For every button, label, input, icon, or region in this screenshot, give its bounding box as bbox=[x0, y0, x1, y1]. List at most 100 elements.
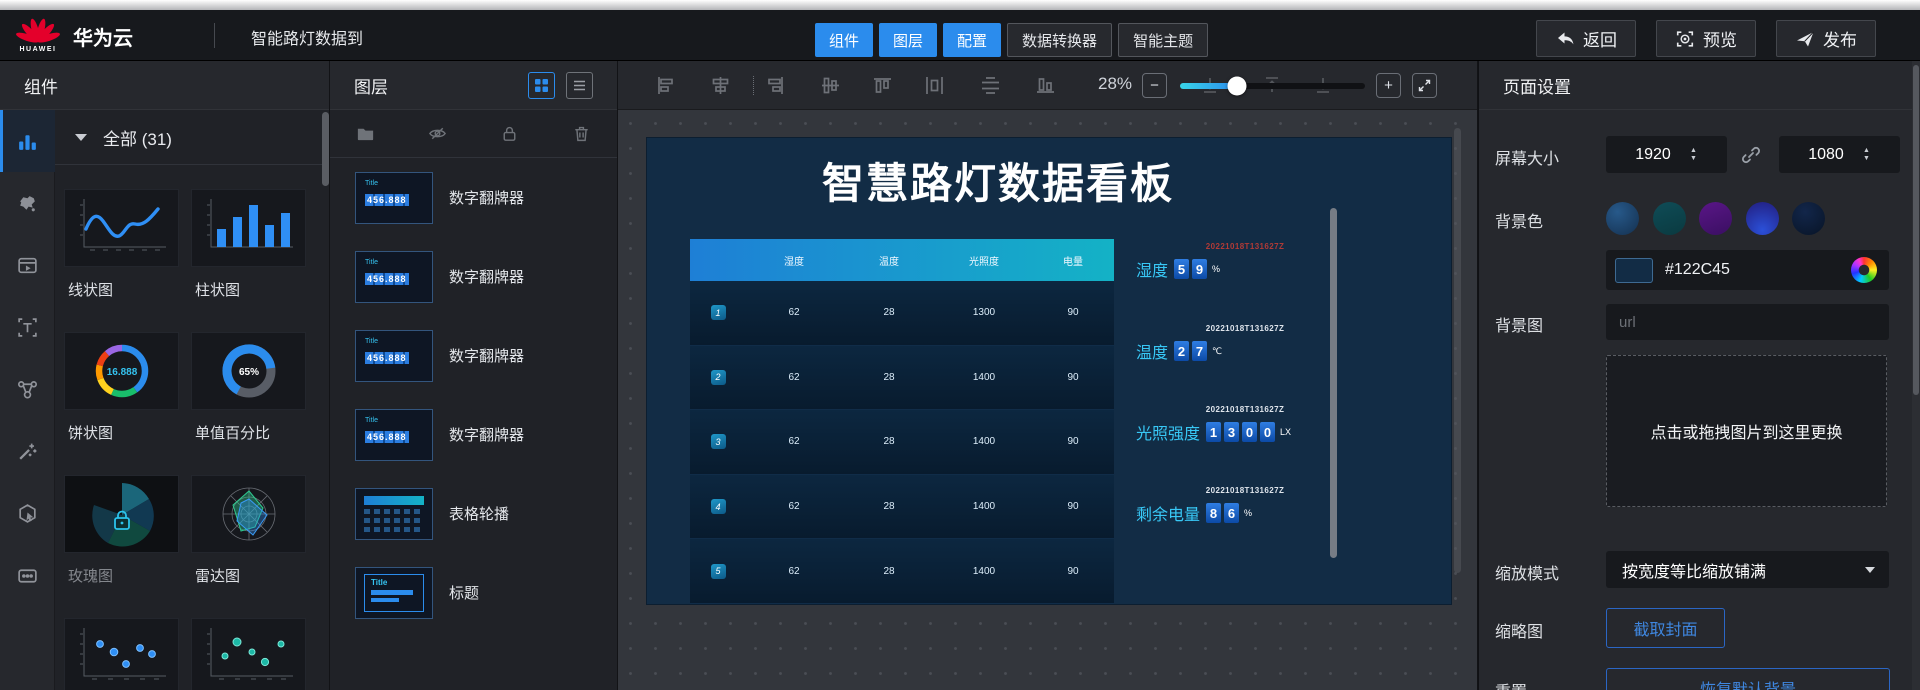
screen-width-input[interactable] bbox=[1618, 145, 1688, 164]
flip-card-label: 光照强度 bbox=[1136, 426, 1201, 443]
scale-mode-select[interactable]: 按宽度等比缩放铺满 bbox=[1606, 551, 1889, 588]
zoom-slider-handle[interactable] bbox=[1227, 76, 1247, 96]
layer-item[interactable]: 表格轮播 bbox=[330, 474, 617, 553]
component-card-scatter[interactable] bbox=[64, 618, 179, 690]
stepper-up-icon[interactable]: ▲ bbox=[1863, 147, 1870, 154]
rail-model-icon[interactable] bbox=[0, 482, 55, 544]
project-title: 智能路灯数据到 bbox=[251, 31, 364, 48]
screen-size-label: 屏幕大小 bbox=[1495, 151, 1560, 168]
grid-view-icon[interactable] bbox=[528, 71, 555, 99]
table-cell: 1400 bbox=[972, 565, 996, 577]
dashboard-table[interactable]: 湿度 温度 光照度 电量 1 62 28 1300 90 2 62 28 140… bbox=[690, 239, 1114, 604]
color-picker-icon[interactable] bbox=[1851, 257, 1877, 283]
tab-config[interactable]: 配置 bbox=[943, 23, 1002, 57]
fit-screen-button[interactable] bbox=[1412, 73, 1437, 98]
zoom-out-button[interactable]: − bbox=[1142, 73, 1167, 98]
layer-item[interactable]: Title 标题 bbox=[330, 553, 617, 632]
delete-icon[interactable] bbox=[545, 123, 617, 144]
screen-height-input[interactable] bbox=[1791, 145, 1861, 164]
bg-color-swatch[interactable] bbox=[1606, 202, 1639, 235]
divider bbox=[214, 23, 215, 48]
component-card-percent[interactable]: 65% 单值百分比 bbox=[191, 332, 306, 475]
layer-label: 表格轮播 bbox=[449, 506, 510, 523]
screen-width-stepper[interactable]: ▲▼ bbox=[1606, 136, 1727, 173]
table-cell: 28 bbox=[883, 565, 895, 577]
settings-scrollbar[interactable] bbox=[1913, 65, 1919, 395]
image-dropzone[interactable]: 点击或拖拽图片到这里更换 bbox=[1606, 355, 1887, 507]
table-header: 湿度 bbox=[784, 256, 804, 268]
align-middle-icon[interactable] bbox=[820, 75, 841, 96]
layer-item[interactable]: Title 456.888 数字翻牌器 bbox=[330, 158, 617, 237]
table-cell: 62 bbox=[788, 307, 800, 319]
back-button[interactable]: 返回 bbox=[1536, 20, 1636, 57]
table-cell: 90 bbox=[1067, 501, 1079, 513]
rail-text-icon[interactable] bbox=[0, 296, 55, 358]
publish-button[interactable]: 发布 bbox=[1776, 20, 1876, 57]
tab-layers[interactable]: 图层 bbox=[879, 23, 938, 57]
component-card-bar[interactable]: 柱状图 bbox=[191, 189, 306, 332]
distribute-vertical-icon[interactable] bbox=[980, 75, 1001, 96]
lock-icon[interactable] bbox=[474, 123, 546, 144]
components-scrollbar[interactable] bbox=[322, 112, 329, 186]
layer-item[interactable]: Title 456.888 数字翻牌器 bbox=[330, 395, 617, 474]
capture-cover-button[interactable]: 截取封面 bbox=[1606, 608, 1725, 648]
align-right-icon[interactable] bbox=[765, 75, 786, 96]
zoom-slider[interactable] bbox=[1180, 76, 1365, 96]
settings-scrollbar-track[interactable] bbox=[1912, 61, 1920, 690]
toolbar-separator bbox=[753, 76, 754, 95]
bg-color-swatch[interactable] bbox=[1746, 202, 1779, 235]
stepper-up-icon[interactable]: ▲ bbox=[1690, 147, 1697, 154]
list-view-icon[interactable] bbox=[566, 71, 593, 99]
bg-color-swatch[interactable] bbox=[1653, 202, 1686, 235]
canvas-area[interactable]: 智慧路灯数据看板 湿度 温度 光照度 电量 1 62 28 1300 90 2 … bbox=[618, 110, 1477, 690]
rail-chart-icon[interactable] bbox=[0, 110, 55, 172]
align-top-icon[interactable] bbox=[872, 75, 893, 96]
tab-smart-theme[interactable]: 智能主题 bbox=[1118, 23, 1209, 57]
preview-button[interactable]: 预览 bbox=[1656, 20, 1756, 57]
stepper-down-icon[interactable]: ▼ bbox=[1690, 155, 1697, 162]
layer-item[interactable]: Title 456.888 数字翻牌器 bbox=[330, 316, 617, 395]
stepper-down-icon[interactable]: ▼ bbox=[1863, 155, 1870, 162]
rail-map-icon[interactable] bbox=[0, 172, 55, 234]
row-index-badge: 4 bbox=[710, 499, 726, 515]
row-index-badge: 5 bbox=[710, 563, 726, 579]
dashboard-artboard[interactable]: 智慧路灯数据看板 湿度 温度 光照度 电量 1 62 28 1300 90 2 … bbox=[647, 138, 1451, 604]
artboard-scrollbar[interactable] bbox=[1330, 208, 1337, 558]
components-panel-title: 组件 bbox=[0, 61, 329, 110]
component-card-line[interactable]: 线状图 bbox=[64, 189, 179, 332]
bar-chart-thumb bbox=[191, 189, 306, 267]
component-card-radar[interactable]: 雷达图 bbox=[191, 475, 306, 618]
align-center-horizontal-icon[interactable] bbox=[710, 75, 731, 96]
tab-components[interactable]: 组件 bbox=[815, 23, 874, 57]
rail-magic-wand-icon[interactable] bbox=[0, 420, 55, 482]
bg-image-url-input[interactable] bbox=[1606, 304, 1889, 340]
screen-height-stepper[interactable]: ▲▼ bbox=[1779, 136, 1900, 173]
flip-digit: 5 bbox=[1174, 259, 1190, 279]
layer-item[interactable]: Title 456.888 数字翻牌器 bbox=[330, 237, 617, 316]
table-cell: 1400 bbox=[972, 436, 996, 448]
bg-color-field[interactable]: #122C45 bbox=[1606, 250, 1889, 290]
component-card-pie[interactable]: 16.888 饼状图 bbox=[64, 332, 179, 475]
align-bottom-icon[interactable] bbox=[1035, 75, 1056, 96]
folder-icon[interactable] bbox=[330, 123, 402, 144]
align-left-icon[interactable] bbox=[655, 75, 676, 96]
rail-media-icon[interactable] bbox=[0, 234, 55, 296]
component-label: 玫瑰图 bbox=[68, 568, 114, 585]
rail-more-icon[interactable] bbox=[0, 544, 55, 606]
link-icon[interactable] bbox=[1741, 145, 1761, 170]
category-header[interactable]: 全部 (31) bbox=[55, 110, 329, 165]
bg-color-swatch[interactable] bbox=[1699, 202, 1732, 235]
component-card-scatter[interactable] bbox=[191, 618, 306, 690]
component-card-rose[interactable]: 玫瑰图 bbox=[64, 475, 179, 618]
table-header: 电量 bbox=[1063, 256, 1083, 268]
distribute-horizontal-icon[interactable] bbox=[924, 75, 945, 96]
layer-label: 数字翻牌器 bbox=[449, 348, 525, 365]
tab-data-transformer[interactable]: 数据转换器 bbox=[1007, 23, 1113, 57]
hide-icon[interactable] bbox=[402, 123, 474, 144]
zoom-in-button[interactable]: + bbox=[1376, 73, 1401, 98]
bg-color-swatch[interactable] bbox=[1792, 202, 1825, 235]
dashboard-title[interactable]: 智慧路灯数据看板 bbox=[647, 150, 1349, 211]
rail-relation-icon[interactable] bbox=[0, 358, 55, 420]
restore-default-bg-button[interactable]: 恢复默认背景 bbox=[1606, 668, 1890, 690]
canvas-scrollbar[interactable] bbox=[1454, 128, 1461, 573]
